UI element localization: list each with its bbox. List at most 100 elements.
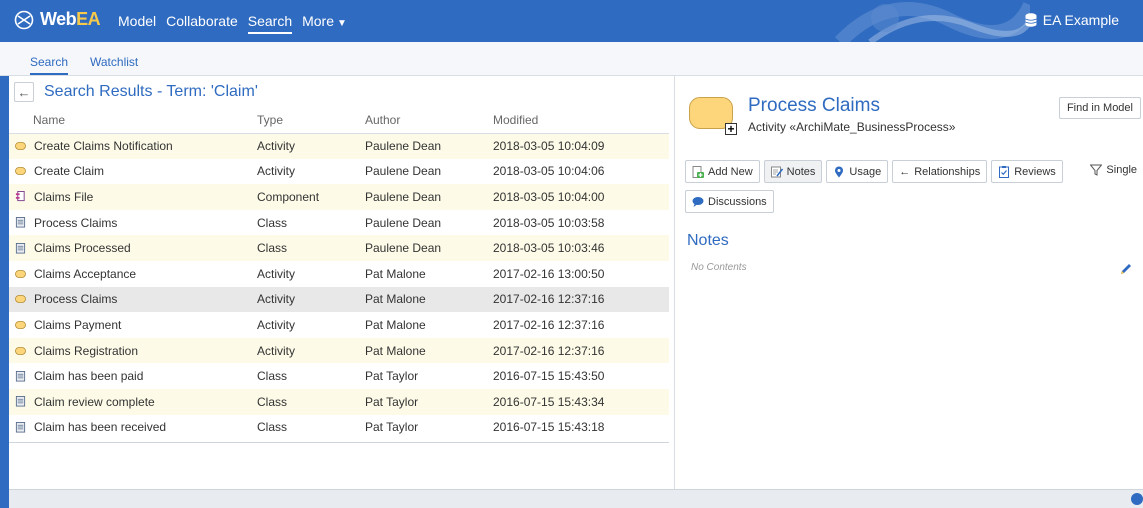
activity-icon [15,295,26,304]
table-row[interactable]: Process Claims Class Paulene Dean 2018-03-0… [9,209,669,236]
webea-logo-icon [14,10,34,29]
nav-model[interactable]: Model [118,13,156,34]
table-row[interactable]: Claim has been received Class Pat Taylor 20… [9,414,669,441]
column-header-name[interactable]: Name [9,108,251,134]
brand-logo[interactable]: WebEA [14,9,101,30]
top-bar: WebEA Model Collaborate Search More ▼ EA … [0,0,1143,42]
caret-down-icon: ▼ [337,18,347,29]
reviews-label: Reviews [1014,165,1056,178]
tab-watchlist[interactable]: Watchlist [90,55,138,69]
search-results-panel: ← Search Results - Term: 'Claim' Name Ty… [9,76,675,489]
reviews-button[interactable]: Reviews [991,160,1063,183]
discussions-label: Discussions [708,195,767,208]
cell-name: Claims File [9,184,251,210]
cell-modified: 2018-03-05 10:03:58 [493,215,605,230]
cell-type: Activity [257,164,296,179]
row-name: Claims Processed [34,241,131,256]
table-row[interactable]: Claims Acceptance Activity Pat Malone 2017-… [9,260,669,287]
table-row[interactable]: Claims Payment Activity Pat Malone 2017-02-… [9,312,669,338]
row-name: Claim review complete [34,394,155,409]
activity-icon [15,321,26,329]
table-row[interactable]: Create Claim Activity Paulene Dean 2018-03-… [9,158,669,185]
model-selector[interactable]: EA Example [1025,12,1119,28]
class-icon [15,396,26,407]
single-filter-button[interactable]: Single [1090,164,1137,176]
notes-icon [770,166,783,177]
row-name: Process Claims [34,215,118,230]
table-row[interactable]: Create Claims Notification Activity Paulen… [9,133,669,159]
back-button[interactable]: ← [14,82,34,102]
cell-author: Paulene Dean [365,139,442,154]
usage-label: Usage [849,165,882,178]
nav-collaborate[interactable]: Collaborate [166,13,238,34]
notes-title: Notes [687,232,729,249]
table-bottom-divider [9,442,669,443]
nav-search[interactable]: Search [247,13,293,34]
row-name: Claims Payment [34,317,122,332]
row-name: Process Claims [34,292,118,307]
properties-toolbar: Add New Notes Usage ← Relationships Revi… [685,160,1063,183]
results-title: Search Results - Term: 'Claim' [44,83,258,100]
cell-modified: 2016-07-15 15:43:34 [493,394,605,409]
activity-icon [15,346,26,355]
row-name: Claim has been paid [34,369,144,384]
cell-author: Pat Malone [365,266,426,281]
row-name: Claims Registration [34,343,139,358]
cell-type: Component [257,189,320,204]
cell-modified: 2017-02-16 12:37:16 [493,343,605,358]
component-icon [15,191,26,202]
relationships-label: Relationships [914,165,981,178]
notes-button[interactable]: Notes [763,160,823,183]
table-row[interactable]: Process Claims Activity Pat Malone 2017-02-… [9,286,669,313]
edit-pencil-icon[interactable] [1119,262,1133,276]
cell-name: Claims Processed [9,235,251,261]
row-name: Claims Acceptance [34,266,137,281]
cell-modified: 2017-02-16 12:37:16 [493,317,605,332]
column-header-type[interactable]: Type [251,108,359,134]
discussions-button[interactable]: Discussions [685,190,774,213]
header-decoration [834,1,1030,42]
row-name: Claims File [34,189,94,204]
table-header-row: Name Type Author Modified [9,108,669,134]
table-row[interactable]: Claims File Component Paulene Dean 2018-03-… [9,184,669,210]
cell-type: Class [257,394,288,409]
cell-author: Pat Taylor [365,369,419,384]
cell-author: Pat Taylor [365,420,419,435]
results-table: Name Type Author Modified Create Claims … [9,108,669,441]
class-icon [15,370,26,382]
column-header-author[interactable]: Author [359,108,487,134]
nav-more[interactable]: More ▼ [302,13,347,34]
cell-type: Activity [257,266,296,281]
cell-modified: 2016-07-15 15:43:50 [493,369,605,384]
activity-icon [15,167,26,176]
table-row[interactable]: Claims Registration Activity Pat Malone 201… [9,337,669,364]
cell-author: Pat Malone [365,292,426,307]
row-name: Create Claims Notification [34,139,173,154]
cell-modified: 2016-07-15 15:43:18 [493,420,605,435]
expand-plus-icon[interactable]: + [725,123,737,135]
find-in-model-button[interactable]: Find in Model [1058,97,1141,119]
column-header-modified[interactable]: Modified [487,108,669,134]
add-new-icon [692,165,704,178]
cell-modified: 2018-03-05 10:04:00 [493,189,605,204]
cell-author: Paulene Dean [365,241,442,256]
cell-modified: 2017-02-16 12:37:16 [493,292,605,307]
status-bar [9,489,1143,508]
usage-button[interactable]: Usage [826,160,889,183]
add-new-button[interactable]: Add New [685,160,760,183]
relationships-button[interactable]: ← Relationships [892,160,988,183]
notes-label: Notes [786,165,816,178]
nav-more-label: More [302,13,335,29]
tab-search[interactable]: Search [30,55,69,75]
table-row[interactable]: Claim review complete Class Pat Taylor 2016… [9,388,669,415]
table-row[interactable]: Claim has been paid Class Pat Taylor 2016-0… [9,363,669,389]
cell-author: Paulene Dean [365,215,442,230]
class-icon [15,242,26,254]
cell-author: Paulene Dean [365,189,442,204]
cell-name: Create Claims Notification [9,133,251,159]
cell-modified: 2018-03-05 10:04:09 [493,139,605,154]
status-indicator-icon[interactable] [1131,493,1143,505]
table-row[interactable]: Claims Processed Class Paulene Dean 2018-03… [9,235,669,261]
cell-type: Class [257,369,288,384]
cell-type: Class [257,215,288,230]
